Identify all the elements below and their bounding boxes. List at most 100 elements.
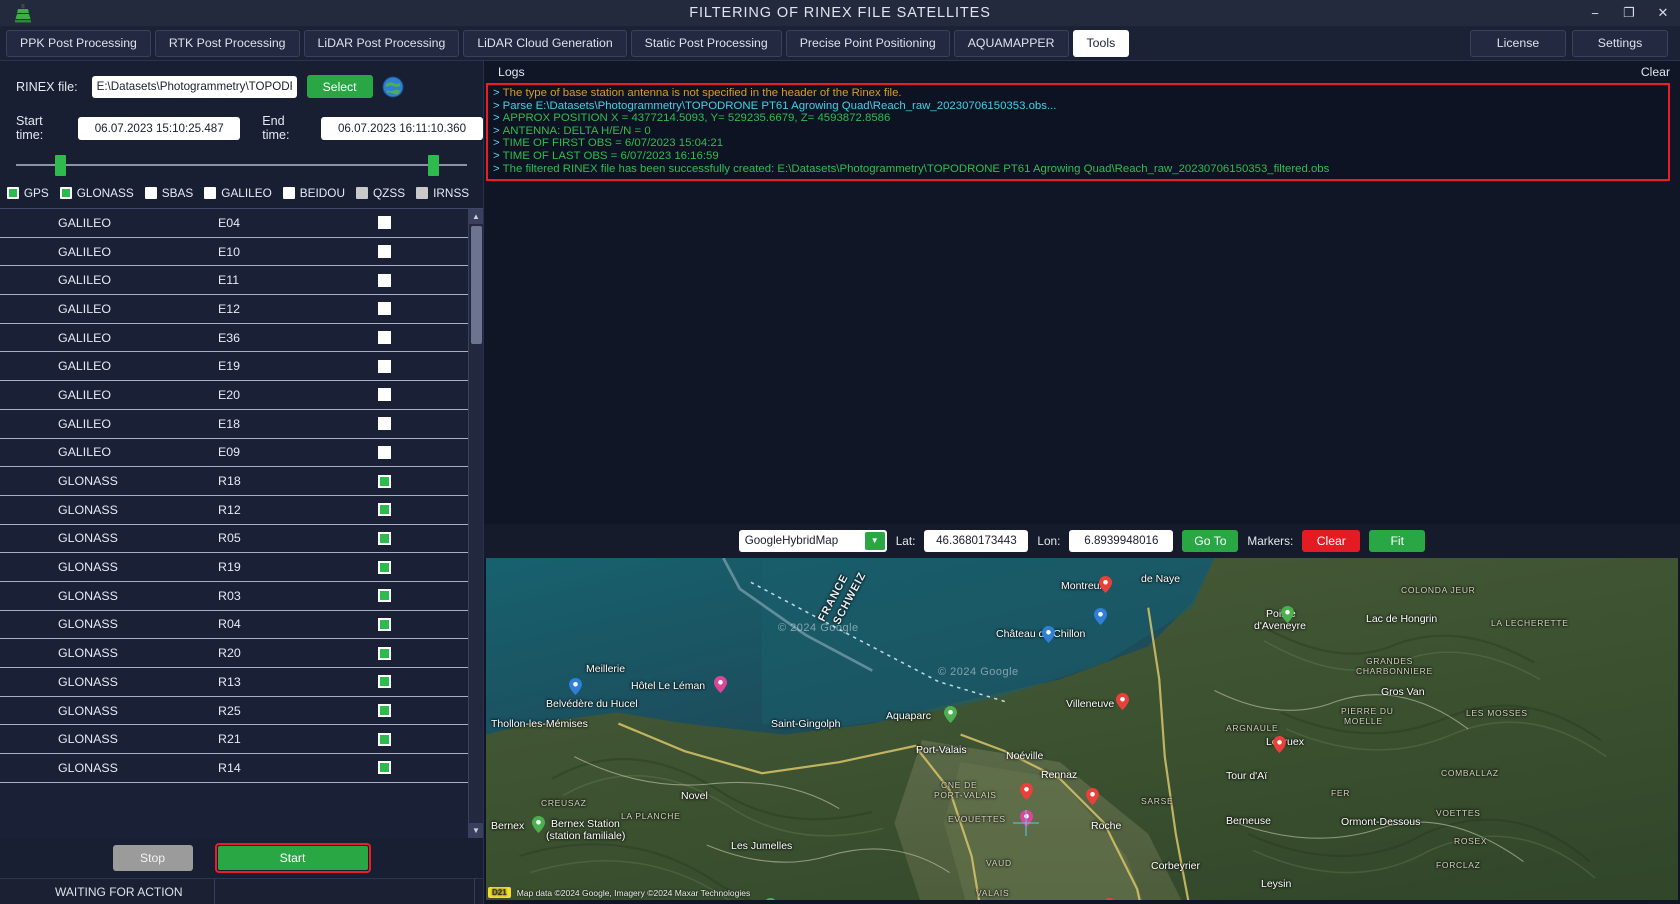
satellite-checkbox[interactable]: [378, 359, 391, 373]
time-range-slider[interactable]: [14, 150, 469, 180]
tab-ppk-post-processing[interactable]: PPK Post Processing: [6, 29, 151, 57]
map-marker-icon[interactable]: [569, 677, 582, 695]
map-marker-icon[interactable]: [1116, 692, 1129, 710]
map-view[interactable]: Montreux de Naye COLONDA JEUR Château de Ch…: [486, 557, 1678, 900]
table-row[interactable]: GALILEO E19: [0, 352, 468, 382]
stop-button[interactable]: Stop: [112, 845, 193, 871]
satellite-checkbox-cell[interactable]: [373, 617, 468, 631]
tab-precise-point-positioning[interactable]: Precise Point Positioning: [785, 29, 950, 57]
checkbox-sbas[interactable]: [144, 187, 157, 199]
map-marker-icon[interactable]: [944, 705, 957, 723]
satellite-checkbox-cell[interactable]: [373, 761, 468, 775]
satellite-checkbox[interactable]: [378, 331, 391, 345]
satellite-checkbox[interactable]: [378, 646, 391, 660]
tab-lidar-post-processing[interactable]: LiDAR Post Processing: [303, 29, 460, 57]
satellite-checkbox[interactable]: [378, 531, 391, 545]
basemap-select[interactable]: GoogleHybridMap ▼: [738, 529, 887, 552]
constellation-gps[interactable]: GPS: [6, 186, 49, 200]
tab-rtk-post-processing[interactable]: RTK Post Processing: [154, 29, 300, 57]
table-row[interactable]: GALILEO E20: [0, 381, 468, 410]
map-marker-icon[interactable]: [714, 675, 727, 693]
satellite-checkbox[interactable]: [378, 388, 391, 402]
checkbox-glonass[interactable]: [59, 187, 72, 199]
satellite-checkbox[interactable]: [378, 273, 391, 287]
table-row[interactable]: GLONASS R03: [0, 582, 468, 611]
table-row[interactable]: GALILEO E18: [0, 410, 468, 439]
checkbox-gps[interactable]: [6, 187, 19, 199]
satellite-checkbox-cell[interactable]: [373, 474, 468, 488]
satellite-checkbox-cell[interactable]: [373, 445, 468, 459]
start-time-input[interactable]: [78, 116, 241, 140]
checkbox-beidou[interactable]: [282, 187, 295, 199]
logs-output[interactable]: > The type of base station antenna is not…: [486, 83, 1670, 181]
scroll-down-icon[interactable]: ▼: [468, 823, 483, 838]
tab-lidar-cloud-generation[interactable]: LiDAR Cloud Generation: [463, 29, 627, 57]
satellite-checkbox-cell[interactable]: [373, 560, 468, 574]
table-row[interactable]: GLONASS R21: [0, 725, 468, 755]
satellite-checkbox-cell[interactable]: [373, 503, 468, 517]
table-row[interactable]: GALILEO E04: [0, 209, 468, 238]
table-row[interactable]: GLONASS R12: [0, 496, 468, 525]
satellite-checkbox[interactable]: [378, 589, 391, 603]
satellite-checkbox[interactable]: [378, 216, 391, 230]
globe-icon[interactable]: [382, 76, 404, 98]
table-row[interactable]: GLONASS R04: [0, 611, 468, 640]
satellite-checkbox-cell[interactable]: [373, 531, 468, 545]
map-marker-icon[interactable]: [1042, 625, 1055, 643]
constellation-glonass[interactable]: GLONASS: [59, 186, 134, 200]
slider-handle-end[interactable]: [428, 155, 440, 176]
table-row[interactable]: GLONASS R19: [0, 553, 468, 582]
satellite-checkbox-cell[interactable]: [373, 302, 468, 316]
table-row[interactable]: GLONASS R14: [0, 754, 468, 783]
table-row[interactable]: GLONASS R13: [0, 668, 468, 697]
satellite-checkbox-cell[interactable]: [373, 359, 468, 373]
end-time-input[interactable]: [321, 116, 483, 140]
map-marker-icon[interactable]: [1094, 607, 1107, 625]
maximize-button[interactable]: ❐: [1612, 0, 1646, 26]
table-row[interactable]: GLONASS R25: [0, 697, 468, 726]
tab-tools[interactable]: Tools: [1072, 29, 1130, 57]
table-row[interactable]: GALILEO E11: [0, 266, 468, 296]
satellite-checkbox[interactable]: [378, 761, 391, 775]
satellite-checkbox-cell[interactable]: [373, 675, 468, 689]
table-row[interactable]: GALILEO E10: [0, 238, 468, 267]
satellite-checkbox[interactable]: [378, 675, 391, 689]
map-marker-icon[interactable]: [1273, 735, 1286, 753]
satellite-checkbox[interactable]: [378, 732, 391, 746]
settings-button[interactable]: Settings: [1572, 29, 1668, 57]
table-row[interactable]: GLONASS R18: [0, 467, 468, 496]
go-to-button[interactable]: Go To: [1182, 529, 1239, 552]
satellite-checkbox[interactable]: [378, 704, 391, 718]
start-button[interactable]: Start: [217, 846, 368, 870]
checkbox-galileo[interactable]: [204, 187, 217, 199]
constellation-irnss[interactable]: IRNSS: [416, 186, 469, 200]
satellite-checkbox-cell[interactable]: [373, 273, 468, 287]
map-marker-icon[interactable]: [1099, 575, 1112, 593]
rinex-path-input[interactable]: [91, 75, 297, 98]
satellite-checkbox[interactable]: [378, 503, 391, 517]
close-button[interactable]: ✕: [1646, 0, 1680, 26]
satellite-checkbox-cell[interactable]: [373, 388, 468, 402]
map-marker-icon[interactable]: [1020, 782, 1033, 800]
map-marker-icon[interactable]: [532, 815, 545, 833]
clear-logs-button[interactable]: Clear: [1641, 65, 1670, 79]
satellite-checkbox[interactable]: [378, 302, 391, 316]
tab-aquamapper[interactable]: AQUAMAPPER: [953, 29, 1069, 57]
select-file-button[interactable]: Select: [306, 75, 373, 98]
minimize-button[interactable]: −: [1578, 0, 1612, 26]
table-row[interactable]: GLONASS R20: [0, 639, 468, 668]
satellite-checkbox-cell[interactable]: [373, 216, 468, 230]
chevron-down-icon[interactable]: ▼: [864, 531, 885, 550]
satellite-table-scrollbar[interactable]: ▲ ▼: [468, 208, 483, 838]
lon-input[interactable]: [1069, 529, 1174, 552]
satellite-checkbox-cell[interactable]: [373, 331, 468, 345]
satellite-checkbox[interactable]: [378, 560, 391, 574]
scroll-thumb[interactable]: [470, 226, 482, 344]
satellite-checkbox-cell[interactable]: [373, 704, 468, 718]
tab-static-post-processing[interactable]: Static Post Processing: [630, 29, 782, 57]
constellation-galileo[interactable]: GALILEO: [204, 186, 272, 200]
lat-input[interactable]: [924, 529, 1029, 552]
satellite-checkbox-cell[interactable]: [373, 417, 468, 431]
map-marker-icon[interactable]: [1086, 787, 1099, 805]
satellite-checkbox-cell[interactable]: [373, 732, 468, 746]
